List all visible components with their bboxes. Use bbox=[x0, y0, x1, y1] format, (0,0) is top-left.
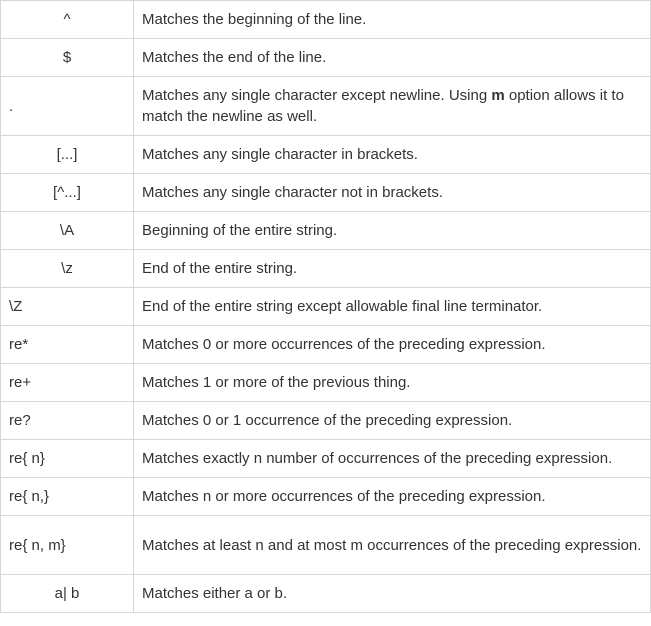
description-cell: End of the entire string. bbox=[133, 249, 651, 288]
description-cell: Matches the beginning of the line. bbox=[133, 0, 651, 39]
description-option: m bbox=[491, 87, 505, 104]
description-cell: Matches the end of the line. bbox=[133, 38, 651, 77]
table-row: [^...] Matches any single character not … bbox=[0, 173, 651, 212]
pattern-cell: a| b bbox=[0, 574, 134, 613]
pattern-cell: $ bbox=[0, 38, 134, 77]
table-row: ^ Matches the beginning of the line. bbox=[0, 0, 651, 39]
pattern-cell: re+ bbox=[0, 363, 134, 402]
description-cell: Matches 1 or more of the previous thing. bbox=[133, 363, 651, 402]
pattern-cell: \Z bbox=[0, 287, 134, 326]
table-row: $ Matches the end of the line. bbox=[0, 38, 651, 77]
description-cell: Matches at least n and at most m occurre… bbox=[133, 515, 651, 575]
description-cell: Beginning of the entire string. bbox=[133, 211, 651, 250]
description-cell: Matches 0 or 1 occurrence of the precedi… bbox=[133, 401, 651, 440]
table-row: re{ n,} Matches n or more occurrences of… bbox=[0, 477, 651, 516]
description-cell: Matches any single character in brackets… bbox=[133, 135, 651, 174]
pattern-cell: re{ n,} bbox=[0, 477, 134, 516]
table-row: \z End of the entire string. bbox=[0, 249, 651, 288]
pattern-cell: [^...] bbox=[0, 173, 134, 212]
table-row: re+ Matches 1 or more of the previous th… bbox=[0, 363, 651, 402]
regex-reference-table: ^ Matches the beginning of the line. $ M… bbox=[0, 0, 651, 613]
description-cell: Matches either a or b. bbox=[133, 574, 651, 613]
table-row: re{ n} Matches exactly n number of occur… bbox=[0, 439, 651, 478]
table-row: re{ n, m} Matches at least n and at most… bbox=[0, 515, 651, 575]
description-cell: Matches any single character not in brac… bbox=[133, 173, 651, 212]
table-row: . Matches any single character except ne… bbox=[0, 76, 651, 136]
pattern-cell: \A bbox=[0, 211, 134, 250]
pattern-cell: \z bbox=[0, 249, 134, 288]
pattern-cell: re{ n} bbox=[0, 439, 134, 478]
table-row: \Z End of the entire string except allow… bbox=[0, 287, 651, 326]
description-cell: Matches 0 or more occurrences of the pre… bbox=[133, 325, 651, 364]
pattern-cell: re{ n, m} bbox=[0, 515, 134, 575]
description-cell: Matches n or more occurrences of the pre… bbox=[133, 477, 651, 516]
table-row: \A Beginning of the entire string. bbox=[0, 211, 651, 250]
table-row: re* Matches 0 or more occurrences of the… bbox=[0, 325, 651, 364]
description-cell: Matches any single character except newl… bbox=[133, 76, 651, 136]
pattern-cell: . bbox=[0, 76, 134, 136]
description-cell: End of the entire string except allowabl… bbox=[133, 287, 651, 326]
pattern-cell: re* bbox=[0, 325, 134, 364]
pattern-cell: re? bbox=[0, 401, 134, 440]
pattern-cell: ^ bbox=[0, 0, 134, 39]
table-row: a| b Matches either a or b. bbox=[0, 574, 651, 613]
pattern-cell: [...] bbox=[0, 135, 134, 174]
table-row: re? Matches 0 or 1 occurrence of the pre… bbox=[0, 401, 651, 440]
table-row: [...] Matches any single character in br… bbox=[0, 135, 651, 174]
description-cell: Matches exactly n number of occurrences … bbox=[133, 439, 651, 478]
description-text: Matches any single character except newl… bbox=[142, 87, 492, 104]
